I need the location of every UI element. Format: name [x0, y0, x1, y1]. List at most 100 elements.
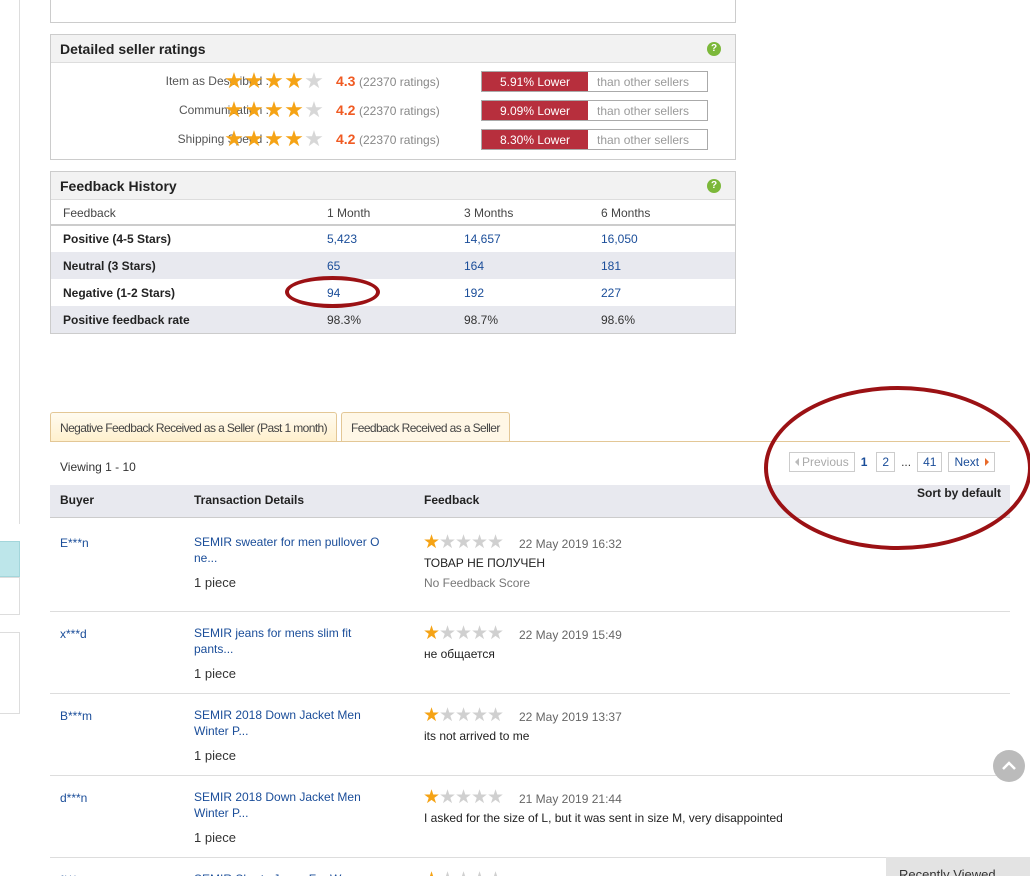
star-icon: ★: [284, 126, 304, 151]
star-icon: ★: [304, 68, 324, 93]
table-header-row: Feedback 1 Month 3 Months 6 Months: [51, 201, 735, 226]
panel-header: Detailed seller ratings ?: [51, 35, 735, 63]
feedback-date: 22 May 2019 16:32: [519, 537, 622, 551]
feedback-row: x***d SEMIR jeans for mens slim fit pants…: [50, 612, 1010, 694]
feedback-stars: ★★★★★: [423, 787, 505, 808]
recently-viewed-tab[interactable]: Recently Viewed: [886, 857, 1030, 876]
count-link[interactable]: 192: [452, 279, 589, 306]
rating-score: 4.3: [336, 73, 356, 89]
buyer-name[interactable]: E***n: [60, 536, 89, 550]
star-icon: ★: [423, 532, 441, 553]
product-link[interactable]: SEMIR sweater for men pullover O ne...: [194, 534, 394, 566]
rating-count: (22370 ratings): [359, 104, 440, 118]
rating-count: (22370 ratings): [359, 75, 440, 89]
feedback-stars: ★★★★★: [423, 623, 504, 644]
rate-value: 98.3%: [315, 306, 452, 333]
star-icon: ★: [455, 623, 473, 644]
star-icon: ★: [224, 97, 244, 122]
count-link[interactable]: 181: [589, 252, 735, 279]
feedback-history-panel: Feedback History ? Feedback 1 Month 3 Mo…: [50, 171, 736, 334]
rate-value: 98.7%: [452, 306, 589, 333]
rating-row: Communication : ★ ★ ★ ★ ★ 4.2 (22370 ratings) 9.…: [51, 99, 735, 123]
buyer-name[interactable]: x***d: [60, 627, 87, 641]
star-icon: ★: [439, 787, 457, 808]
star-icon: ★: [264, 68, 284, 93]
feedback-comment: its not arrived to me: [424, 729, 530, 743]
star-icon: ★: [304, 126, 324, 151]
star-icon: ★: [423, 623, 441, 644]
count-link[interactable]: 14,657: [452, 225, 589, 252]
table-row: Negative (1-2 Stars) 94 192 227: [51, 279, 735, 306]
star-icon: ★: [244, 97, 264, 122]
table-row: Positive feedback rate 98.3% 98.7% 98.6%: [51, 306, 735, 333]
arrow-up-icon: [1002, 761, 1016, 770]
sidebar-box: [0, 577, 20, 615]
left-sidebar-edge: [0, 0, 20, 876]
star-icon: ★: [224, 126, 244, 151]
quantity: 1 piece: [194, 666, 236, 681]
feedback-score: No Feedback Score: [424, 576, 531, 590]
buyer-name[interactable]: d***n: [60, 791, 87, 805]
product-link[interactable]: SEMIR Shorts Jeans For Women 2018: [194, 871, 394, 876]
rating-score: 4.2: [336, 131, 356, 147]
buyer-name[interactable]: B***m: [60, 709, 92, 723]
scroll-to-top-button[interactable]: [993, 750, 1025, 782]
star-icon: ★: [455, 787, 473, 808]
star-icon: ★: [455, 705, 473, 726]
star-icon: ★: [487, 787, 505, 808]
tab-feedback-received[interactable]: Feedback Received as a Seller: [341, 412, 510, 442]
feedback-comment: ТОВАР НЕ ПОЛУЧЕН: [424, 556, 546, 570]
comparison-text: than other sellers: [597, 74, 690, 89]
previous-panel-bottom: [50, 0, 736, 23]
count-link[interactable]: 227: [589, 279, 735, 306]
column-header: Buyer: [60, 493, 95, 507]
star-icon: ★: [423, 705, 441, 726]
column-header: 1 Month: [315, 201, 452, 226]
quantity: 1 piece: [194, 830, 236, 845]
panel-title: Feedback History: [60, 177, 177, 194]
tab-negative-feedback[interactable]: Negative Feedback Received as a Seller (…: [50, 412, 338, 442]
feedback-stars: ★★★★★: [423, 870, 504, 876]
rating-score: 4.2: [336, 102, 356, 118]
rate-value: 98.6%: [589, 306, 735, 333]
rating-row: Shipping Speed : ★ ★ ★ ★ ★ 4.2 (22370 ratings) 8…: [51, 128, 735, 152]
feedback-stars: ★★★★★: [423, 532, 504, 553]
count-link[interactable]: 5,423: [315, 225, 452, 252]
sidebar-tab-highlight[interactable]: [0, 541, 20, 577]
count-link[interactable]: 164: [452, 252, 589, 279]
product-link[interactable]: SEMIR 2018 Down Jacket Men Winter P...: [194, 707, 394, 739]
feedback-row: d***n SEMIR 2018 Down Jacket Men Winter P…: [50, 776, 1010, 858]
star-icon: ★: [455, 870, 472, 876]
annotation-circle: [285, 276, 380, 308]
star-icon: ★: [284, 97, 304, 122]
star-icon: ★: [423, 870, 440, 876]
help-icon[interactable]: ?: [707, 178, 721, 193]
star-icon: ★: [439, 705, 457, 726]
count-link[interactable]: 16,050: [589, 225, 735, 252]
star-icon: ★: [439, 870, 456, 876]
column-header: Feedback: [51, 201, 315, 226]
product-link[interactable]: SEMIR jeans for mens slim fit pants...: [194, 625, 394, 657]
comparison-percent: 8.30% Lower: [482, 130, 588, 149]
viewing-count: Viewing 1 - 10: [60, 460, 136, 474]
star-icon: ★: [471, 705, 489, 726]
rating-stars: ★ ★ ★ ★ ★: [224, 97, 324, 122]
star-icon: ★: [244, 68, 264, 93]
feedback-stars: ★★★★★: [423, 705, 504, 726]
sidebar-box: [0, 632, 20, 714]
star-icon: ★: [244, 126, 264, 151]
feedback-history-table: Feedback 1 Month 3 Months 6 Months Posit…: [51, 201, 735, 333]
detailed-seller-ratings-panel: Detailed seller ratings ? Item as Descri…: [50, 34, 736, 160]
help-icon[interactable]: ?: [707, 41, 721, 56]
count-link[interactable]: 65: [315, 252, 452, 279]
star-icon: ★: [471, 870, 488, 876]
product-link[interactable]: SEMIR 2018 Down Jacket Men Winter P...: [194, 789, 394, 821]
column-header: Transaction Details: [194, 493, 305, 507]
rating-stars: ★ ★ ★ ★ ★: [224, 68, 324, 93]
quantity: 1 piece: [194, 748, 236, 763]
column-header: 3 Months: [452, 201, 589, 226]
comparison-bar: 8.30% Lower than other sellers: [481, 129, 708, 150]
comparison-text: than other sellers: [597, 132, 690, 147]
row-label: Neutral (3 Stars): [51, 252, 315, 279]
star-icon: ★: [471, 787, 489, 808]
